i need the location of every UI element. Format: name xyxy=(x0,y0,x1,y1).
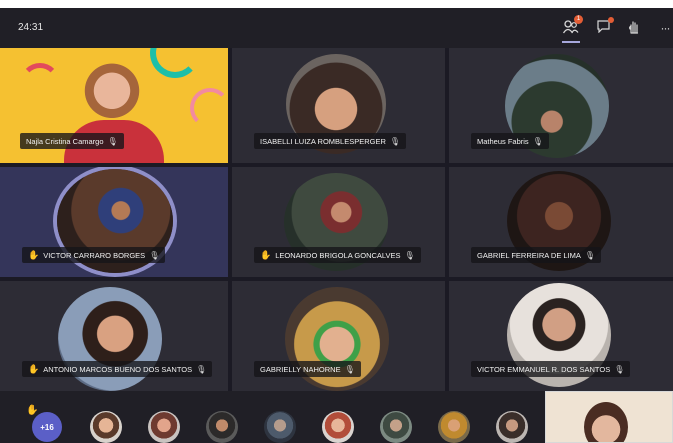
microphone-icon: 🎙 xyxy=(584,250,596,260)
chat-notification-dot xyxy=(608,17,614,23)
participant-name: LEONARDO BRIGOLA GONCALVES xyxy=(275,250,401,260)
meeting-top-bar: 24:31 1 ··· xyxy=(0,8,673,48)
participant-tile[interactable]: Matheus Fabris 🎙 xyxy=(449,48,673,163)
participant-name: GABRIELLY NAHORNE xyxy=(260,364,341,374)
participant-name-tag: GABRIELLY NAHORNE 🎙 xyxy=(254,361,361,377)
participant-tile[interactable]: Najla Cristina Camargo 🎙 xyxy=(0,48,228,163)
participant-name: ANTONIO MARCOS BUENO DOS SANTOS xyxy=(43,364,193,374)
participant-name: VICTOR EMMANUEL R. DOS SANTOS xyxy=(477,364,611,374)
raised-hand-icon: ✋ xyxy=(260,249,272,260)
overflow-participant-avatar[interactable] xyxy=(264,411,296,443)
participant-name-tag: ✋ VICTOR CARRARO BORGES 🎙 xyxy=(22,247,166,263)
participant-tile[interactable]: VICTOR EMMANUEL R. DOS SANTOS 🎙 xyxy=(449,281,673,391)
participant-name-tag: ✋ LEONARDO BRIGOLA GONCALVES 🎙 xyxy=(254,247,421,263)
overflow-participants-bar: ✋ +16 xyxy=(0,391,673,443)
participants-button[interactable]: 1 xyxy=(561,15,583,43)
microphone-icon: 🎙 xyxy=(196,364,207,374)
overflow-participant-avatar[interactable] xyxy=(322,411,354,443)
overflow-participant-avatar[interactable] xyxy=(206,411,238,443)
raise-hand-icon xyxy=(628,20,640,37)
microphone-icon: 🎙 xyxy=(344,364,355,374)
participant-name: Matheus Fabris xyxy=(477,136,529,146)
background-decoration xyxy=(190,88,228,128)
participant-name-tag: ✋ ANTONIO MARCOS BUENO DOS SANTOS 🎙 xyxy=(22,361,213,377)
overflow-participant-avatar[interactable] xyxy=(380,411,412,443)
raise-hand-button[interactable] xyxy=(624,18,644,38)
raised-hand-icon: ✋ xyxy=(28,249,40,260)
microphone-icon: 🎙 xyxy=(389,136,401,146)
participant-name-tag: Matheus Fabris 🎙 xyxy=(471,133,549,149)
participant-tile[interactable]: ISABELLI LUIZA ROMBLESPERGER 🎙 xyxy=(232,48,445,163)
raised-hand-icon: ✋ xyxy=(28,363,40,374)
microphone-icon: 🎙 xyxy=(614,364,625,374)
participant-tile[interactable]: GABRIEL FERREIRA DE LIMA 🎙 xyxy=(449,167,673,277)
overflow-participant-avatar[interactable] xyxy=(90,411,122,443)
self-video-preview[interactable] xyxy=(545,391,673,443)
microphone-icon: 🎙 xyxy=(149,250,160,260)
more-participants-button[interactable]: +16 xyxy=(32,412,62,442)
participant-video xyxy=(84,62,140,126)
participant-name-tag: ISABELLI LUIZA ROMBLESPERGER 🎙 xyxy=(254,133,407,149)
overflow-participant-avatar[interactable] xyxy=(438,411,470,443)
chat-button[interactable] xyxy=(594,17,614,38)
microphone-icon: 🎙 xyxy=(404,250,415,260)
participant-name: Najla Cristina Camargo xyxy=(26,136,104,146)
participant-name-tag: VICTOR EMMANUEL R. DOS SANTOS 🎙 xyxy=(471,361,631,377)
participant-name: ISABELLI LUIZA ROMBLESPERGER xyxy=(260,136,386,146)
meeting-timer: 24:31 xyxy=(18,22,44,33)
participant-tile[interactable]: ✋ ANTONIO MARCOS BUENO DOS SANTOS 🎙 xyxy=(0,281,228,391)
background-decoration xyxy=(20,63,60,103)
overflow-participant-avatar[interactable] xyxy=(496,411,528,443)
background-decoration xyxy=(150,48,200,78)
meeting-window: 24:31 1 ··· Najla Cristina Camargo 🎙 ISA… xyxy=(0,8,673,443)
more-options-button[interactable]: ··· xyxy=(655,18,673,38)
participant-name: VICTOR CARRARO BORGES xyxy=(43,250,146,260)
participant-tile[interactable]: GABRIELLY NAHORNE 🎙 xyxy=(232,281,445,391)
participant-tile[interactable]: ✋ LEONARDO BRIGOLA GONCALVES 🎙 xyxy=(232,167,445,277)
microphone-icon: 🎙 xyxy=(107,136,118,146)
microphone-icon: 🎙 xyxy=(532,136,543,146)
participant-name-tag: Najla Cristina Camargo 🎙 xyxy=(20,133,124,149)
overflow-participant-avatar[interactable] xyxy=(148,411,180,443)
participant-name: GABRIEL FERREIRA DE LIMA xyxy=(477,250,581,260)
participant-name-tag: GABRIEL FERREIRA DE LIMA 🎙 xyxy=(471,247,602,263)
self-video xyxy=(584,402,628,442)
participant-grid: Najla Cristina Camargo 🎙 ISABELLI LUIZA … xyxy=(0,48,673,391)
participant-tile[interactable]: ✋ VICTOR CARRARO BORGES 🎙 xyxy=(0,167,228,277)
participants-notification-badge: 1 xyxy=(574,15,583,24)
